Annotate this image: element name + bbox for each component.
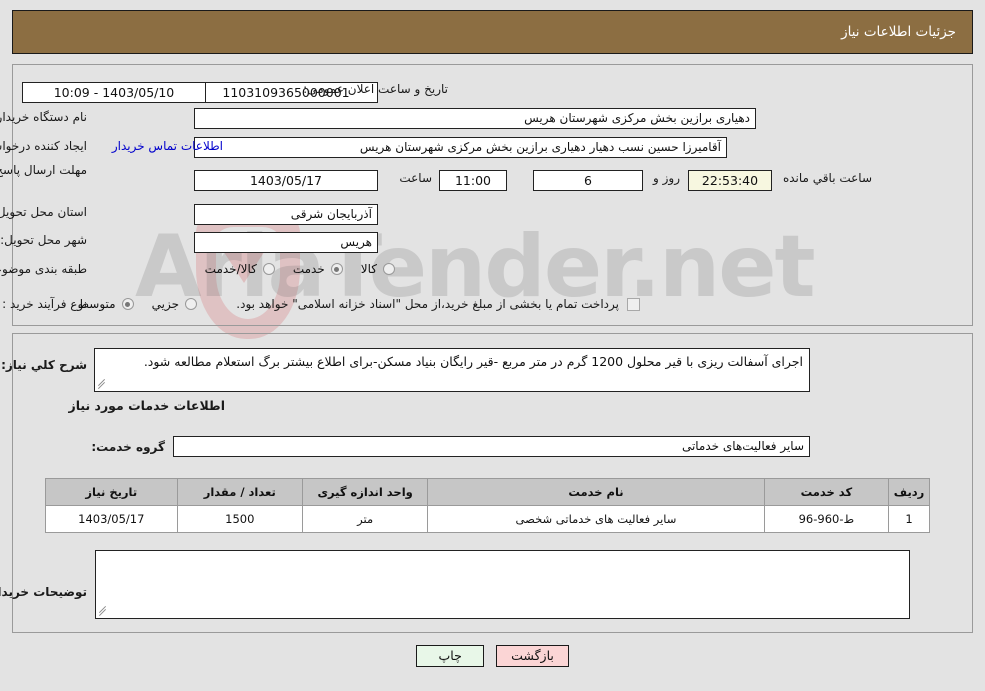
description-value: اجرای آسفالت ریزی با قیر محلول 1200 گرم … <box>143 354 803 369</box>
remaining-time-label: ساعت باقي مانده <box>782 171 872 185</box>
province-label: استان محل تحویل: <box>0 205 87 219</box>
services-heading-row: اطلاعات خدمات مورد نیاز <box>69 398 226 413</box>
th-date: تاریخ نیاز <box>45 478 178 506</box>
public-announce-label: تاریخ و ساعت اعلان عمومی: <box>303 82 448 96</box>
cell-qty: 1500 <box>176 505 303 533</box>
deadline-hour-label: ساعت <box>399 171 432 185</box>
city-value: هریس <box>194 232 378 253</box>
radio-kala-khedmat-icon[interactable] <box>262 263 275 275</box>
deadline-date-value: 1403/05/17 <box>194 170 378 191</box>
buyer-org-value: دهیاری برازین بخش مرکزی شهرستان هریس <box>194 108 756 129</box>
process-option-motavaset[interactable]: متوسط <box>78 297 134 311</box>
radio-kala-icon[interactable] <box>383 263 395 275</box>
cell-radif: 1 <box>888 505 930 533</box>
category-option-kala-khedmat[interactable]: کالا/خدمت <box>205 262 275 276</box>
th-qty: تعداد / مقدار <box>176 478 303 506</box>
radio-motavaset-icon[interactable] <box>121 298 134 310</box>
resize-grip-icon[interactable] <box>97 378 107 390</box>
requester-label: ایجاد کننده درخواست: <box>0 139 87 153</box>
remaining-time-value: 22:53:40 <box>688 170 772 191</box>
table-header-row: ردیف کد خدمت نام خدمت واحد اندازه گیری ت… <box>45 478 930 506</box>
province-row: استان محل تحویل: <box>0 205 87 219</box>
services-table: ردیف کد خدمت نام خدمت واحد اندازه گیری ت… <box>45 478 930 533</box>
deadline-row: مهلت ارسال پاسخ: تا تاریخ: <box>0 163 87 178</box>
treasury-note-label: پرداخت تمام یا بخشی از مبلغ خرید،از محل … <box>236 297 619 311</box>
deadline-hour-label-row: ساعت <box>399 171 432 185</box>
requester-row: ایجاد کننده درخواست: <box>0 139 87 153</box>
requester-value: آقامیرزا حسین نسب دهیار دهیاری برازین بخ… <box>194 137 727 158</box>
category-options: کالا خدمت کالا/خدمت <box>187 262 395 276</box>
cell-unit: متر <box>301 505 429 533</box>
remaining-days-label-row: روز و <box>653 171 680 185</box>
category-row: طبقه بندی موضوعی: <box>0 262 87 276</box>
buyer-org-row: نام دستگاه خریدار: <box>0 110 87 124</box>
service-group-label: گروه خدمت: <box>91 440 165 454</box>
cell-name: سایر فعالیت های خدماتی شخصی <box>427 505 765 533</box>
process-option-jozi[interactable]: جزیي <box>152 297 197 311</box>
remaining-days-value: 6 <box>533 170 643 191</box>
print-button[interactable]: چاپ <box>416 645 485 667</box>
deadline-label: مهلت ارسال پاسخ: تا تاریخ: <box>0 163 87 177</box>
category-option-khedmat-label: خدمت <box>292 262 325 276</box>
service-group-value: سایر فعالیت‌های خدماتی <box>173 436 810 457</box>
services-heading: اطلاعات خدمات مورد نیاز <box>68 398 226 413</box>
th-code: کد خدمت <box>763 478 890 506</box>
th-name: نام خدمت <box>427 478 765 506</box>
radio-jozi-icon[interactable] <box>185 298 197 310</box>
treasury-checkbox[interactable] <box>627 297 640 311</box>
description-textarea[interactable]: اجرای آسفالت ریزی با قیر محلول 1200 گرم … <box>94 348 810 392</box>
buyer-notes-row: توضیحات خریدار: <box>0 585 87 599</box>
buyer-org-label: نام دستگاه خریدار: <box>0 110 87 124</box>
description-label: شرح کلي نیاز: <box>1 358 87 372</box>
th-unit: واحد اندازه گیری <box>301 478 429 506</box>
category-option-kala[interactable]: کالا <box>361 262 395 276</box>
cell-date: 1403/05/17 <box>45 505 178 533</box>
treasury-note-row: پرداخت تمام یا بخشی از مبلغ خرید،از محل … <box>236 297 640 311</box>
city-row: شهر محل تحویل: <box>0 233 87 247</box>
city-label: شهر محل تحویل: <box>0 233 87 247</box>
contact-link-row[interactable]: اطلاعات تماس خریدار <box>112 139 223 153</box>
back-button[interactable]: بازگشت <box>496 645 569 667</box>
table-row: 1 ط-960-96 سایر فعالیت های خدماتی شخصی م… <box>45 505 930 533</box>
process-option-motavaset-label: متوسط <box>77 297 116 311</box>
process-option-jozi-label: جزیي <box>151 297 179 311</box>
buyer-notes-label: توضیحات خریدار: <box>0 585 87 599</box>
page-title: جزئیات اطلاعات نیاز <box>841 24 956 40</box>
category-option-khedmat[interactable]: خدمت <box>293 262 343 276</box>
service-group-row: گروه خدمت: <box>91 440 165 454</box>
buyer-contact-link[interactable]: اطلاعات تماس خریدار <box>112 139 223 153</box>
action-buttons: بازگشت چاپ <box>0 645 985 667</box>
remaining-days-label: روز و <box>653 171 680 185</box>
buyer-notes-textarea[interactable] <box>95 550 910 619</box>
need-info-panel <box>12 64 973 326</box>
remaining-time-label-row: ساعت باقي مانده <box>783 171 872 185</box>
th-radif: ردیف <box>888 478 930 506</box>
public-announce-value: 1403/05/10 - 10:09 <box>22 82 206 103</box>
cell-code: ط-960-96 <box>763 505 890 533</box>
process-options: جزیي متوسط <box>60 297 197 311</box>
resize-grip-icon-notes[interactable] <box>98 605 108 617</box>
category-option-kala-label: کالا <box>360 262 377 276</box>
page-header: جزئیات اطلاعات نیاز <box>12 10 973 54</box>
description-row: شرح کلي نیاز: <box>1 358 87 372</box>
radio-khedmat-icon[interactable] <box>330 263 343 275</box>
category-option-kala-khedmat-label: کالا/خدمت <box>204 262 257 276</box>
province-value: آذربایجان شرقی <box>194 204 378 225</box>
category-label: طبقه بندی موضوعی: <box>0 262 87 276</box>
deadline-hour-value: 11:00 <box>439 170 507 191</box>
public-announce-row: تاریخ و ساعت اعلان عمومی: <box>303 82 448 96</box>
